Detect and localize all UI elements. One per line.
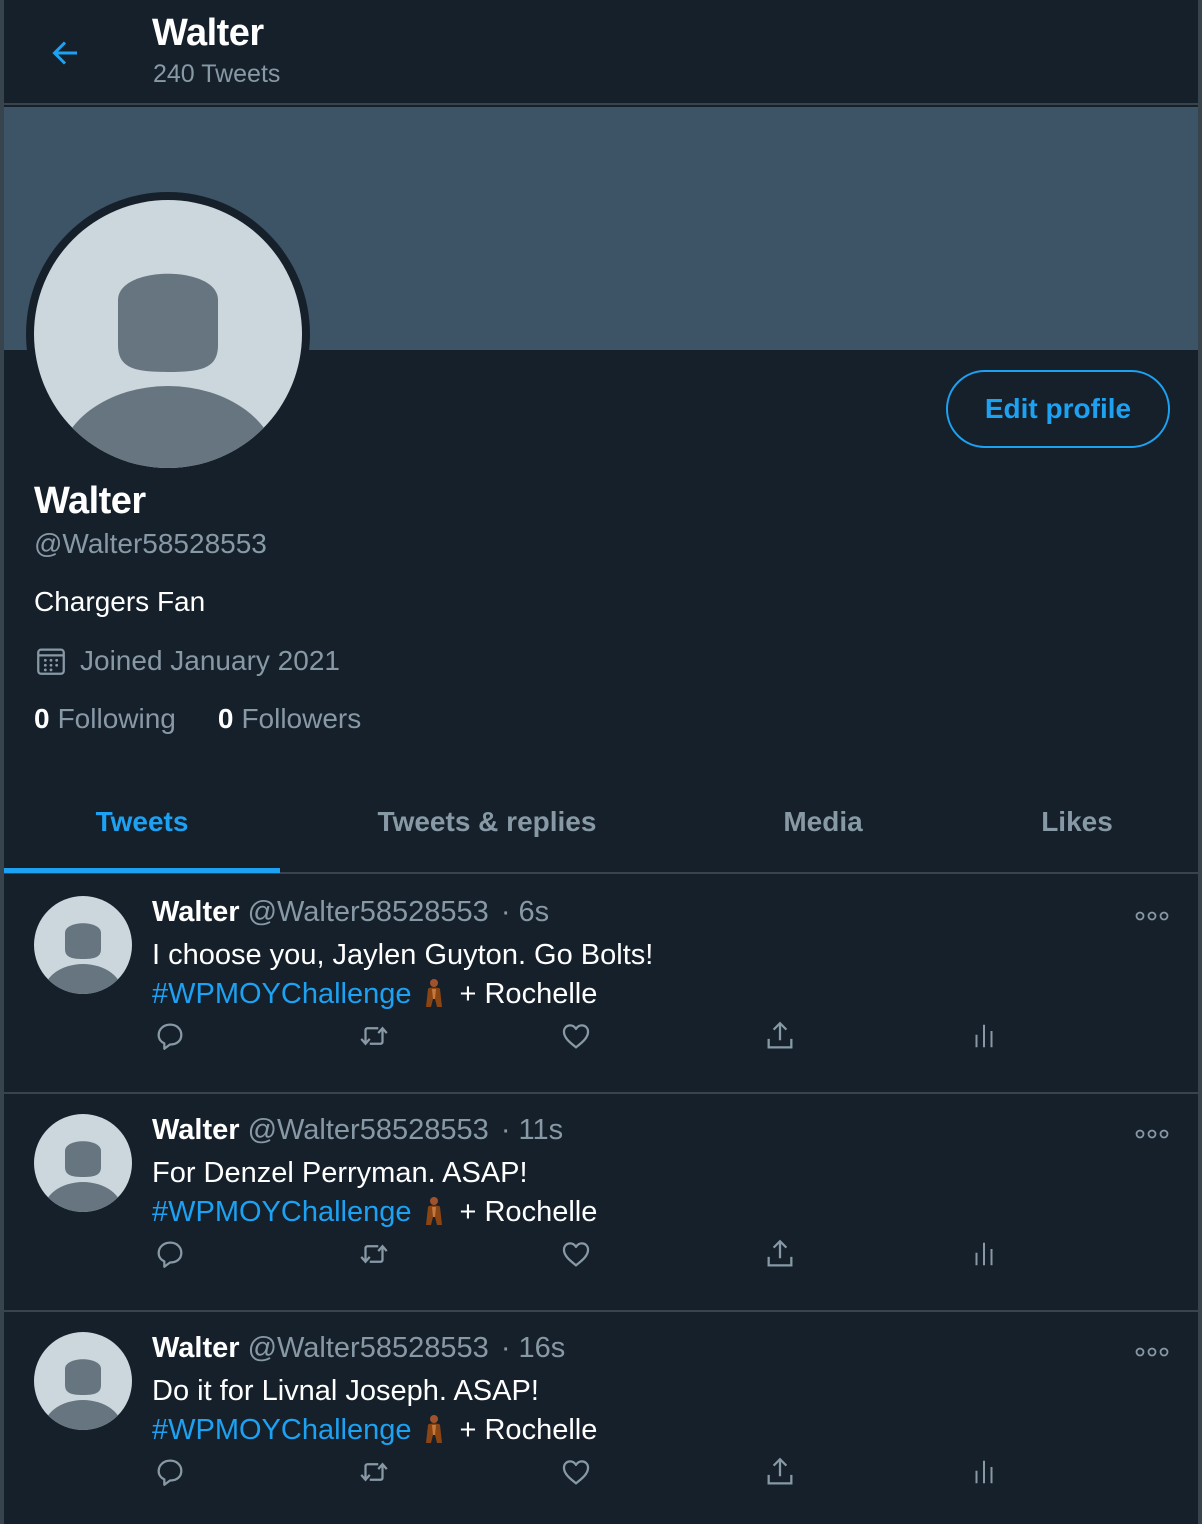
joined-date: Joined January 2021 — [34, 644, 340, 678]
reply-icon — [157, 1023, 183, 1050]
tweet-timestamp[interactable]: · 16s — [501, 1332, 565, 1364]
default-avatar-icon — [34, 1332, 132, 1430]
share-icon — [767, 1021, 793, 1049]
tab-tweets-replies[interactable]: Tweets & replies — [314, 772, 660, 872]
retweet-button[interactable] — [354, 1016, 394, 1056]
tweet-text: For Denzel Perryman. ASAP! — [152, 1157, 528, 1189]
analytics-icon — [975, 1460, 993, 1484]
tweet[interactable]: Walter @Walter58528553 · 16s Do it for Li… — [4, 1312, 1198, 1524]
back-button[interactable] — [40, 28, 90, 78]
more-icon — [1135, 1347, 1169, 1357]
tweet-hashtag[interactable]: #WPMOYChallenge — [152, 978, 412, 1011]
like-icon — [562, 1242, 590, 1267]
tweet-avatar[interactable] — [34, 1332, 132, 1430]
retweet-icon — [360, 1244, 388, 1264]
share-icon — [767, 1239, 793, 1267]
reply-button[interactable] — [150, 1452, 190, 1492]
tweet-timestamp[interactable]: · 6s — [501, 896, 549, 928]
default-avatar-icon — [34, 1114, 132, 1212]
profile-avatar[interactable] — [26, 192, 310, 476]
more-icon — [1135, 911, 1169, 921]
analytics-button[interactable] — [964, 1234, 1004, 1274]
default-avatar-icon — [34, 200, 302, 468]
more-options-button[interactable] — [1132, 906, 1172, 926]
tweet-timestamp[interactable]: · 11s — [501, 1114, 563, 1146]
person-emoji-icon — [422, 1195, 446, 1229]
edit-profile-button[interactable]: Edit profile — [946, 370, 1170, 448]
analytics-icon — [975, 1242, 993, 1266]
reply-button[interactable] — [150, 1234, 190, 1274]
profile-name: Walter — [34, 480, 146, 522]
reply-button[interactable] — [150, 1016, 190, 1056]
more-icon — [1135, 1129, 1169, 1139]
retweet-icon — [360, 1462, 388, 1482]
share-button[interactable] — [760, 1016, 800, 1056]
tweet-hashtag[interactable]: #WPMOYChallenge — [152, 1414, 412, 1447]
retweet-icon — [360, 1026, 388, 1046]
tweet-author-name[interactable]: Walter — [152, 896, 240, 928]
more-options-button[interactable] — [1132, 1124, 1172, 1144]
like-icon — [562, 1024, 590, 1049]
followers-count: 0 — [217, 703, 234, 734]
tweet-suffix: + Rochelle — [459, 977, 598, 1010]
tweet[interactable]: Walter @Walter58528553 · 6s I choose you,… — [4, 876, 1198, 1094]
active-tab-indicator — [4, 868, 280, 873]
analytics-icon — [975, 1024, 993, 1048]
like-button[interactable] — [556, 1234, 596, 1274]
followers-label: Followers — [241, 703, 362, 734]
tweet-meta: Walter @Walter58528553 · 11s — [152, 1114, 563, 1147]
tweet-meta: Walter @Walter58528553 · 6s — [152, 896, 549, 929]
joined-text: Joined January 2021 — [80, 645, 340, 676]
profile-bio: Chargers Fan — [34, 586, 206, 617]
profile-tabs: Tweets Tweets & replies Media Likes — [4, 772, 1198, 874]
default-avatar-icon — [34, 896, 132, 994]
following-label: Following — [57, 703, 176, 734]
like-icon — [562, 1460, 590, 1485]
tweet-suffix: + Rochelle — [459, 1195, 598, 1228]
retweet-button[interactable] — [354, 1452, 394, 1492]
like-button[interactable] — [556, 1016, 596, 1056]
reply-icon — [157, 1459, 183, 1486]
reply-icon — [157, 1241, 183, 1268]
header-title: Walter — [152, 12, 264, 54]
tab-likes[interactable]: Likes — [1004, 772, 1150, 872]
like-button[interactable] — [556, 1452, 596, 1492]
tweet-author-handle[interactable]: @Walter58528553 — [248, 1332, 489, 1364]
more-options-button[interactable] — [1132, 1342, 1172, 1362]
tweet-suffix: + Rochelle — [459, 1413, 598, 1446]
tweet-text-line2: #WPMOYChallenge + Rochelle — [152, 1413, 597, 1447]
tweet-author-name[interactable]: Walter — [152, 1114, 240, 1146]
tweet-avatar[interactable] — [34, 1114, 132, 1212]
top-bar: Walter 240 Tweets — [0, 0, 1202, 105]
tweet-meta: Walter @Walter58528553 · 16s — [152, 1332, 565, 1365]
tweet-text-line2: #WPMOYChallenge + Rochelle — [152, 1195, 597, 1229]
profile-handle: @Walter58528553 — [34, 528, 267, 559]
tweet-avatar[interactable] — [34, 896, 132, 994]
following-count: 0 — [34, 703, 50, 734]
tweet-author-handle[interactable]: @Walter58528553 — [248, 1114, 489, 1146]
tab-tweets[interactable]: Tweets — [4, 772, 280, 872]
tweet-count: 240 Tweets — [153, 60, 281, 88]
tweet-text-line2: #WPMOYChallenge + Rochelle — [152, 977, 597, 1011]
share-icon — [767, 1457, 793, 1485]
retweet-button[interactable] — [354, 1234, 394, 1274]
back-arrow-icon — [52, 41, 77, 65]
person-emoji-icon — [422, 1413, 446, 1447]
tweet-author-handle[interactable]: @Walter58528553 — [248, 896, 489, 928]
tweet-text: Do it for Livnal Joseph. ASAP! — [152, 1375, 539, 1407]
analytics-button[interactable] — [964, 1016, 1004, 1056]
follow-stats: 0 Following 0 Followers — [34, 703, 403, 735]
calendar-icon — [37, 648, 65, 675]
tweet-author-name[interactable]: Walter — [152, 1332, 240, 1364]
tab-media[interactable]: Media — [724, 772, 922, 872]
analytics-button[interactable] — [964, 1452, 1004, 1492]
person-emoji-icon — [422, 977, 446, 1011]
share-button[interactable] — [760, 1452, 800, 1492]
tweet-hashtag[interactable]: #WPMOYChallenge — [152, 1196, 412, 1229]
tweet[interactable]: Walter @Walter58528553 · 11s For Denzel P… — [4, 1094, 1198, 1312]
following-link[interactable]: 0 Following — [34, 703, 176, 735]
share-button[interactable] — [760, 1234, 800, 1274]
tweet-text: I choose you, Jaylen Guyton. Go Bolts! — [152, 939, 654, 971]
followers-link[interactable]: 0 Followers — [218, 703, 361, 735]
